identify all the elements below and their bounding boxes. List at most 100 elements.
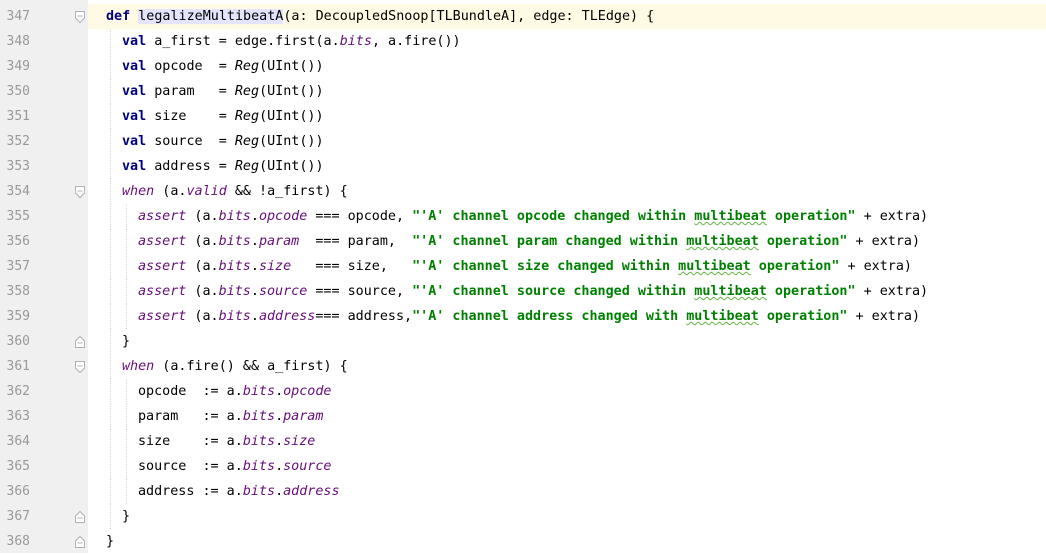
code-token: === source, [307, 284, 413, 299]
code-token: source [283, 459, 332, 474]
indent-guide [126, 229, 128, 254]
code-token: source := a. [138, 459, 243, 474]
code-token: (UInt()) [259, 159, 324, 174]
code-token: (a. [186, 259, 219, 274]
code-token: . [250, 259, 259, 274]
code-token: size := a. [138, 434, 243, 449]
indent-guide [126, 404, 128, 429]
code-text: assert (a.bits.param === param, "'A' cha… [138, 229, 920, 254]
fold-collapse-icon[interactable] [74, 184, 86, 199]
line-number: 352 [6, 134, 30, 149]
code-text: source := a.bits.source [138, 454, 332, 479]
code-text-area: val source = Reg(UInt()) [88, 129, 1046, 154]
code-token: (a. [154, 184, 187, 199]
code-line[interactable]: 365 source := a.bits.source [0, 454, 1046, 479]
code-text: assert (a.bits.size === size, "'A' chann… [138, 254, 912, 279]
indent-guide [126, 204, 128, 229]
fold-collapse-icon[interactable] [74, 359, 86, 374]
code-line[interactable]: 348 val a_first = edge.first(a.bits, a.fi… [0, 29, 1046, 54]
code-text-area: val a_first = edge.first(a.bits, a.fire(… [88, 29, 1046, 54]
code-token: (UInt()) [259, 134, 324, 149]
code-line[interactable]: 360} [0, 329, 1046, 354]
code-text: } [122, 504, 130, 529]
line-number: 357 [6, 259, 30, 274]
indent-guide [110, 254, 112, 279]
code-token: "'A' channel source changed within [412, 284, 695, 299]
code-token: source [258, 284, 308, 299]
code-text: size := a.bits.size [138, 429, 315, 454]
code-editor[interactable]: 347 def legalizeMultibeatA(a: DecoupledSn… [0, 0, 1046, 553]
line-number: 347 [6, 9, 30, 24]
code-token: multibeat [686, 309, 759, 324]
indent-guide [126, 454, 128, 479]
code-token: bits [242, 384, 276, 399]
code-line[interactable]: 353 val address = Reg(UInt()) [0, 154, 1046, 179]
code-text-area: val opcode = Reg(UInt()) [88, 54, 1046, 79]
indent-guide [110, 79, 112, 104]
line-number: 348 [6, 34, 30, 49]
code-token: bits [218, 284, 251, 299]
code-line[interactable]: 357 assert (a.bits.size === size, "'A' ch… [0, 254, 1046, 279]
code-text: val param = Reg(UInt()) [122, 79, 324, 104]
code-line[interactable]: 364 size := a.bits.size [0, 429, 1046, 454]
code-token: "'A' channel address changed with [412, 309, 687, 324]
code-line[interactable]: 361 when (a.fire() && a_first) { [0, 354, 1046, 379]
code-line[interactable]: 368} [0, 529, 1046, 554]
code-line[interactable]: 354 when (a.valid && !a_first) { [0, 179, 1046, 204]
code-line[interactable]: 355 assert (a.bits.opcode === opcode, "'A… [0, 204, 1046, 229]
code-token: size [283, 434, 316, 449]
code-token: bits [218, 209, 251, 224]
code-text-area: source := a.bits.source [88, 454, 1046, 479]
indent-guide [110, 29, 112, 54]
code-line[interactable]: 363 param := a.bits.param [0, 404, 1046, 429]
code-token: multibeat [678, 259, 751, 274]
code-token: bits [242, 484, 276, 499]
code-line[interactable]: 352 val source = Reg(UInt()) [0, 129, 1046, 154]
code-line[interactable]: 349 val opcode = Reg(UInt()) [0, 54, 1046, 79]
code-token: operation" [758, 234, 848, 249]
code-line[interactable]: 359 assert (a.bits.address=== address,"'A… [0, 304, 1046, 329]
code-token: opcode = [154, 59, 235, 74]
code-token: a_first = edge.first(a. [154, 34, 340, 49]
fold-end-icon[interactable] [74, 334, 86, 348]
code-text-area: address := a.bits.address [88, 479, 1046, 504]
code-token: assert [138, 284, 187, 299]
code-line[interactable]: 358 assert (a.bits.source === source, "'A… [0, 279, 1046, 304]
fold-collapse-icon[interactable] [74, 9, 86, 24]
code-token: size = [154, 109, 235, 124]
code-line[interactable]: 356 assert (a.bits.param === param, "'A' … [0, 229, 1046, 254]
code-line[interactable]: 366 address := a.bits.address [0, 479, 1046, 504]
code-token: + extra) [855, 209, 929, 224]
code-token: (UInt()) [259, 59, 324, 74]
indent-guide [110, 329, 112, 354]
code-token: operation" [758, 309, 848, 324]
code-token: (a. [186, 234, 219, 249]
code-token: bits [339, 34, 372, 49]
code-text-area: when (a.fire() && a_first) { [88, 354, 1046, 379]
code-line[interactable]: 350 val param = Reg(UInt()) [0, 79, 1046, 104]
line-number: 349 [6, 59, 30, 74]
indent-guide [110, 129, 112, 154]
code-line[interactable]: 347 def legalizeMultibeatA(a: DecoupledSn… [0, 4, 1046, 29]
line-number: 353 [6, 159, 30, 174]
code-text: when (a.fire() && a_first) { [122, 354, 348, 379]
code-token: when [122, 359, 155, 374]
indent-guide [126, 379, 128, 404]
code-token: val [122, 109, 155, 124]
code-text-area: } [88, 504, 1046, 529]
code-line[interactable]: 351 val size = Reg(UInt()) [0, 104, 1046, 129]
code-text-area: val param = Reg(UInt()) [88, 79, 1046, 104]
code-line[interactable]: 367} [0, 504, 1046, 529]
fold-end-icon[interactable] [74, 509, 86, 523]
code-token: bits [242, 409, 276, 424]
code-text: val address = Reg(UInt()) [122, 154, 324, 179]
code-text-area: assert (a.bits.param === param, "'A' cha… [88, 229, 1046, 254]
code-token: . [275, 434, 284, 449]
line-number: 367 [6, 509, 30, 524]
code-text-area: } [88, 329, 1046, 354]
fold-end-icon[interactable] [74, 534, 86, 548]
code-text-area: assert (a.bits.source === source, "'A' c… [88, 279, 1046, 304]
code-line[interactable]: 362 opcode := a.bits.opcode [0, 379, 1046, 404]
code-token: bits [218, 234, 251, 249]
code-text: } [122, 329, 130, 354]
